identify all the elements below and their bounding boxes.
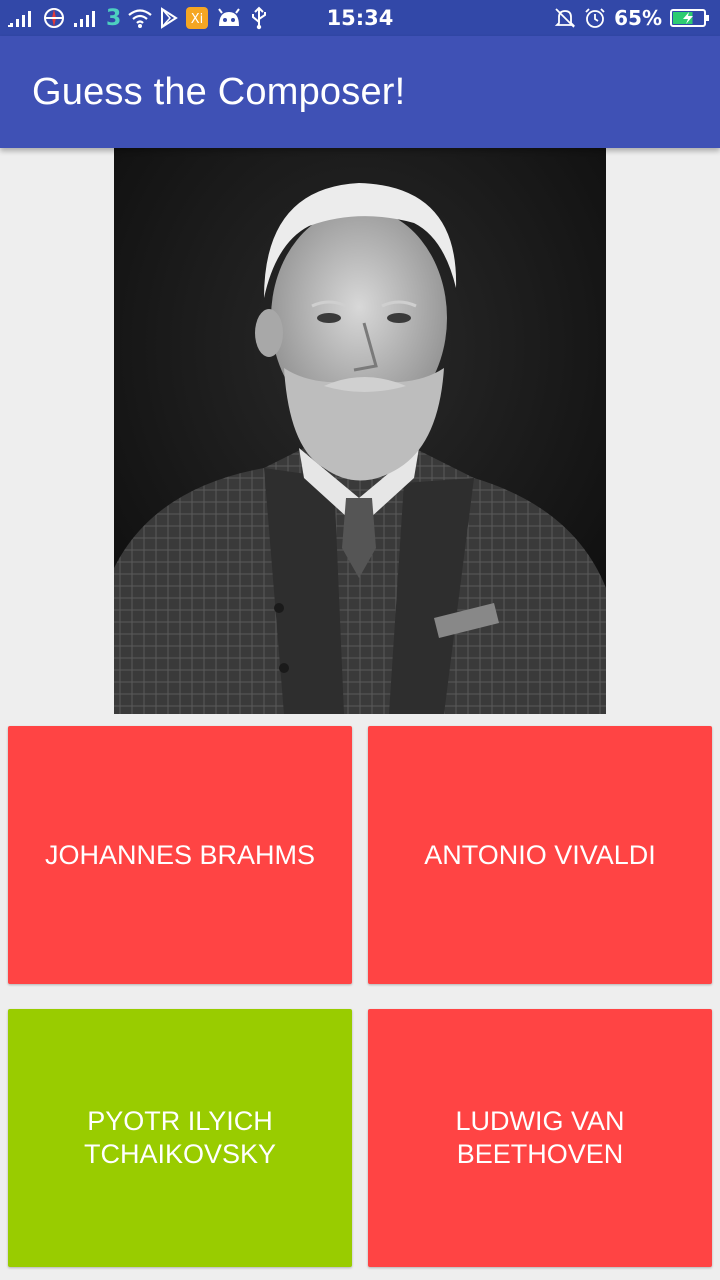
mute-bell-icon — [554, 7, 576, 29]
usb-icon — [249, 6, 269, 30]
answer-button-vivaldi[interactable]: ANTONIO VIVALDI — [368, 726, 712, 984]
answer-button-tchaikovsky[interactable]: PYOTR ILYICH TCHAIKOVSKY — [8, 1009, 352, 1267]
wifi-icon — [127, 7, 153, 29]
app-title: Guess the Composer! — [32, 70, 406, 113]
status-time: 15:34 — [326, 6, 394, 30]
svg-text:Xi: Xi — [191, 12, 204, 27]
composer-portrait — [114, 148, 606, 714]
signal-icon — [72, 8, 100, 28]
signal-icon — [8, 8, 36, 28]
battery-charging-icon — [670, 7, 710, 29]
status-bar: 3 Xi 15:34 65% — [0, 0, 720, 36]
xiaomi-app-icon: Xi — [185, 6, 209, 30]
maps-icon — [42, 6, 66, 30]
battery-percent: 65% — [614, 6, 662, 30]
status-icons-left: 3 Xi — [8, 0, 269, 36]
answer-button-beethoven[interactable]: LUDWIG VAN BEETHOVEN — [368, 1009, 712, 1267]
alarm-icon — [584, 7, 606, 29]
app-toolbar: Guess the Composer! — [0, 36, 720, 148]
network-3-icon: 3 — [106, 5, 122, 31]
answer-button-brahms[interactable]: JOHANNES BRAHMS — [8, 726, 352, 984]
android-icon — [215, 6, 243, 30]
play-store-icon — [159, 7, 179, 29]
status-icons-right: 65% — [554, 0, 710, 36]
